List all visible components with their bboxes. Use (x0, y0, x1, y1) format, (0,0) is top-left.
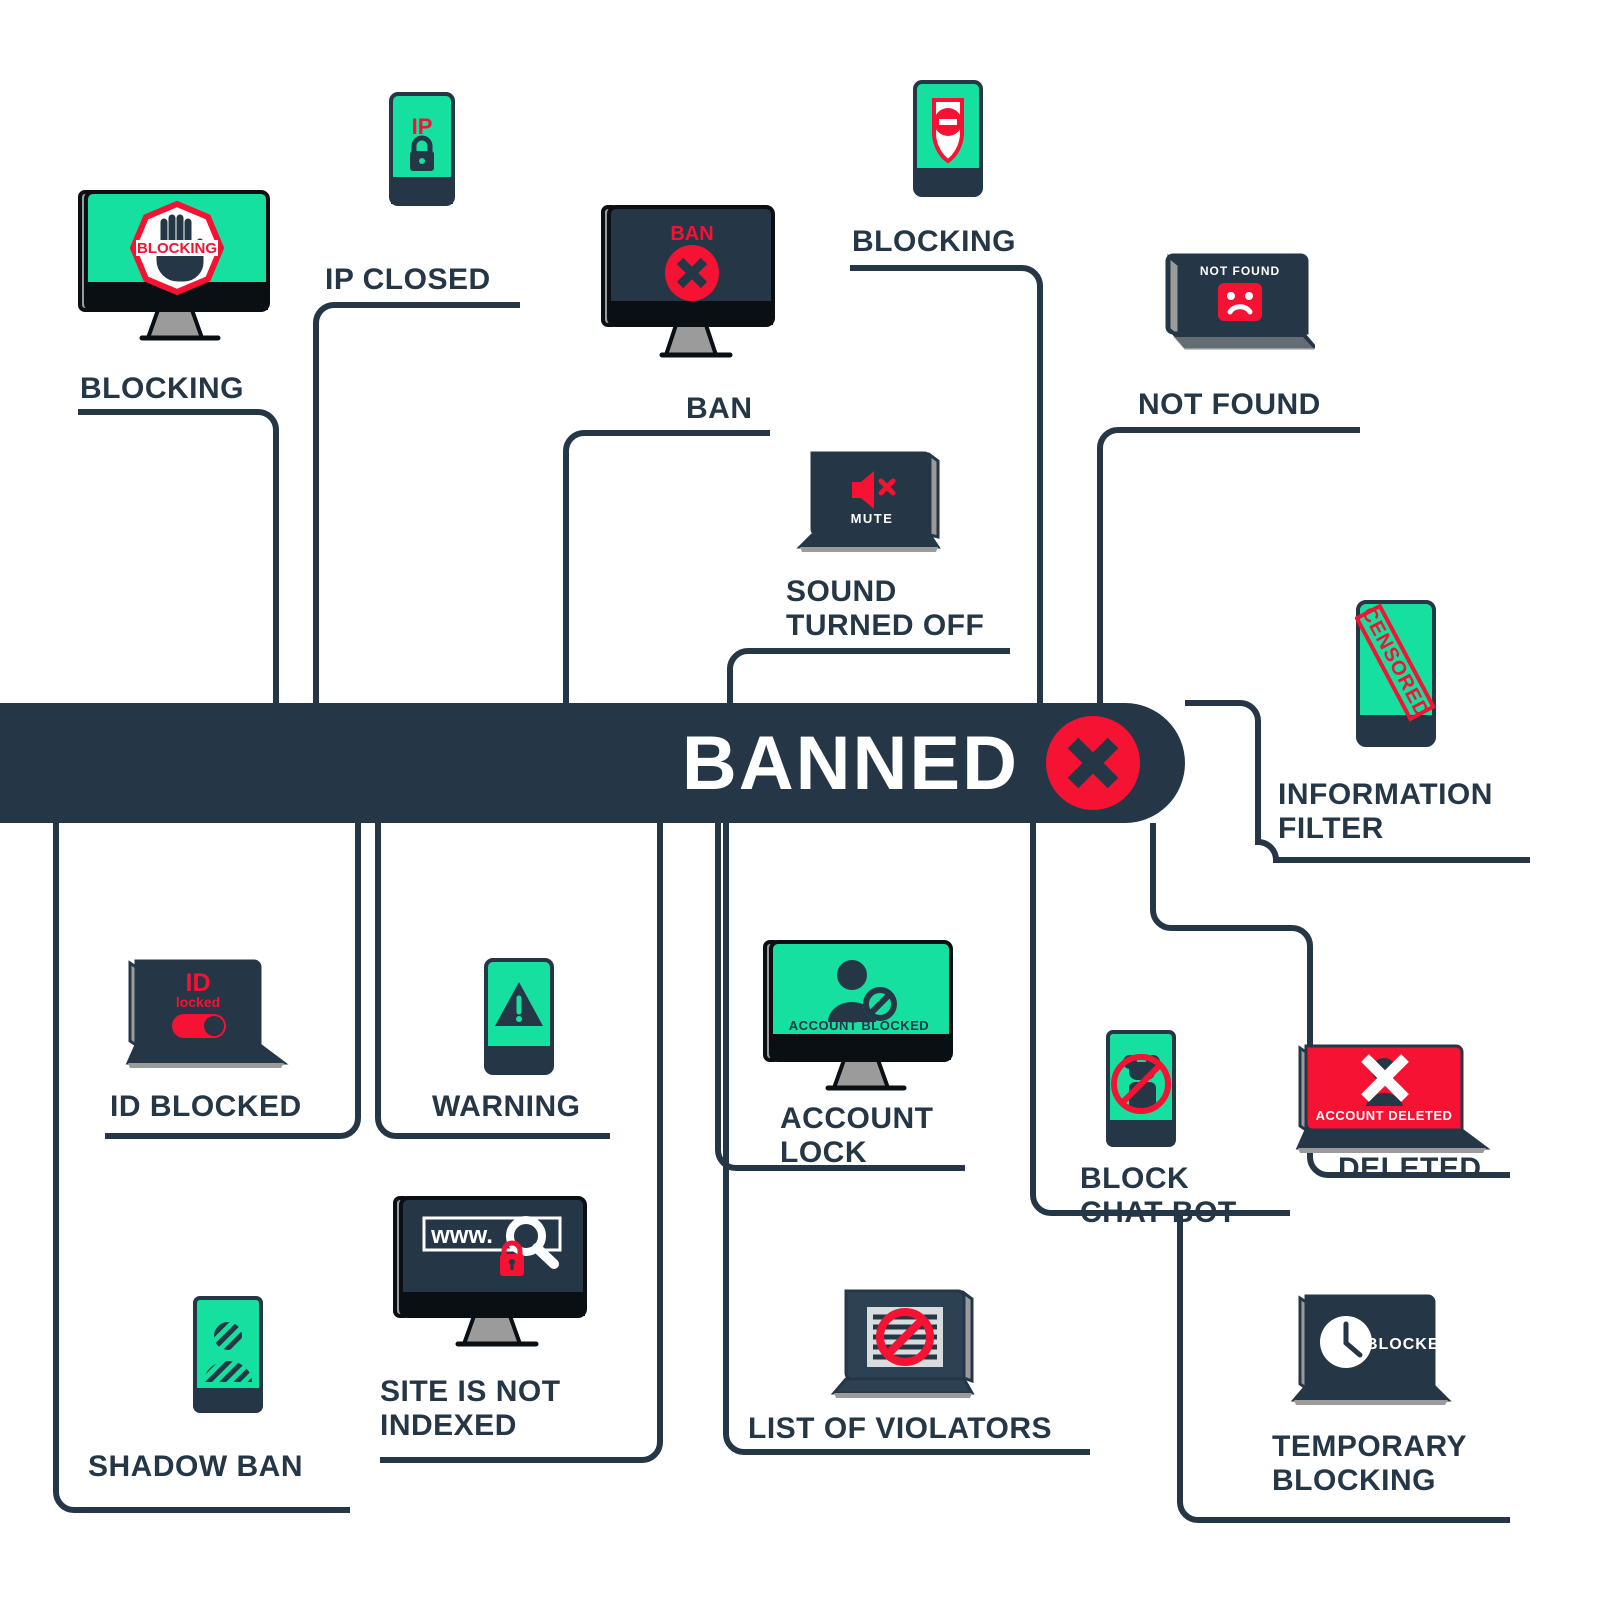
node-block-chat-bot (1105, 1030, 1177, 1148)
phone-device: IP (389, 92, 455, 206)
x-circle-icon (1046, 716, 1140, 810)
screen-text-locked: locked (176, 994, 220, 1010)
laptop-device: ACCOUNT DELETED (1295, 1044, 1491, 1153)
node-blocking-phone (912, 80, 984, 198)
node-list-of-violators (826, 1285, 991, 1403)
label-deleted: DELETED (1338, 1152, 1482, 1185)
label-ip-closed: IP CLOSED (325, 263, 491, 296)
screen-text: MUTE (851, 511, 894, 526)
phone-device (484, 958, 554, 1075)
no-entry-list-icon (867, 1307, 943, 1367)
label-information-filter: INFORMATION FILTER (1278, 778, 1493, 845)
monitor-device: BAN (601, 205, 775, 358)
clock-icon (1320, 1316, 1372, 1368)
screen-text: BLOCKING (137, 240, 217, 257)
screen-text: www. (430, 1222, 493, 1249)
screen-text: IP (412, 114, 433, 139)
phone-device (193, 1296, 263, 1413)
x-circle-icon (665, 245, 719, 301)
laptop-device (830, 1289, 975, 1398)
phone-device (913, 80, 983, 197)
label-blocking-monitor: BLOCKING (80, 372, 244, 405)
label-shadow-ban: SHADOW BAN (88, 1450, 303, 1483)
monitor-device: BLOCKING (78, 190, 270, 341)
node-ban: BAN (600, 205, 780, 365)
label-warning: WARNING (432, 1090, 581, 1123)
screen-text: BAN (670, 223, 713, 245)
screen-text: BLOCKED (1366, 1336, 1452, 1353)
laptop-device: MUTE (796, 451, 941, 552)
node-not-found: NOT FOUND (1165, 245, 1315, 360)
infographic-canvas: BANNED BLOCKING BLOCKING IP IP CLOSED BA… (0, 0, 1600, 1600)
laptop-device: NOT FOUND (1165, 253, 1315, 350)
label-ban: BAN (686, 392, 753, 425)
label-site-is-not-indexed: SITE IS NOT INDEXED (380, 1375, 561, 1442)
phone-device (1106, 1030, 1176, 1147)
laptop-device: ID locked (125, 959, 289, 1068)
banner-banned: BANNED (0, 703, 1185, 823)
screen-text: NOT FOUND (1200, 264, 1280, 278)
label-sound-turned-off: SOUND TURNED OFF (786, 575, 985, 642)
screen-text: ACCOUNT DELETED (1316, 1108, 1453, 1123)
node-temporary-blocking: BLOCKED (1288, 1290, 1473, 1408)
monitor-device: ACCOUNT BLOCKED (763, 940, 953, 1091)
label-account-lock: ACCOUNT LOCK (780, 1102, 934, 1169)
monitor-device: www. (393, 1196, 587, 1347)
node-id-blocked: ID locked (122, 955, 302, 1073)
label-list-of-violators: LIST OF VIOLATORS (748, 1412, 1053, 1445)
stop-hand-icon: BLOCKING (129, 200, 225, 296)
node-information-filter: CENSORED (1355, 600, 1437, 748)
label-not-found: NOT FOUND (1138, 388, 1321, 421)
node-sound-turned-off: MUTE (790, 445, 955, 560)
label-blocking-phone: BLOCKING (852, 225, 1016, 258)
shield-no-entry-icon (932, 98, 964, 164)
node-site-is-not-indexed: www. (392, 1196, 592, 1351)
node-ip-closed: IP (388, 92, 456, 207)
screen-text-id: ID (186, 969, 211, 997)
sad-face-icon (1218, 283, 1262, 321)
node-account-lock: ACCOUNT BLOCKED (762, 940, 957, 1095)
node-deleted: ACCOUNT DELETED (1292, 1040, 1492, 1158)
node-shadow-ban (192, 1296, 264, 1414)
laptop-device: BLOCKED (1290, 1294, 1452, 1405)
label-block-chat-bot: BLOCK CHAT BOT (1080, 1162, 1237, 1229)
toggle-switch-icon (172, 1014, 226, 1038)
label-id-blocked: ID BLOCKED (110, 1090, 302, 1123)
screen-text: ACCOUNT BLOCKED (789, 1018, 929, 1033)
label-temporary-blocking: TEMPORARY BLOCKING (1272, 1430, 1468, 1497)
banner-title: BANNED (681, 720, 1019, 806)
node-warning (483, 958, 555, 1076)
phone-device: CENSORED (1355, 600, 1437, 747)
node-blocking-monitor: BLOCKING (76, 190, 276, 345)
